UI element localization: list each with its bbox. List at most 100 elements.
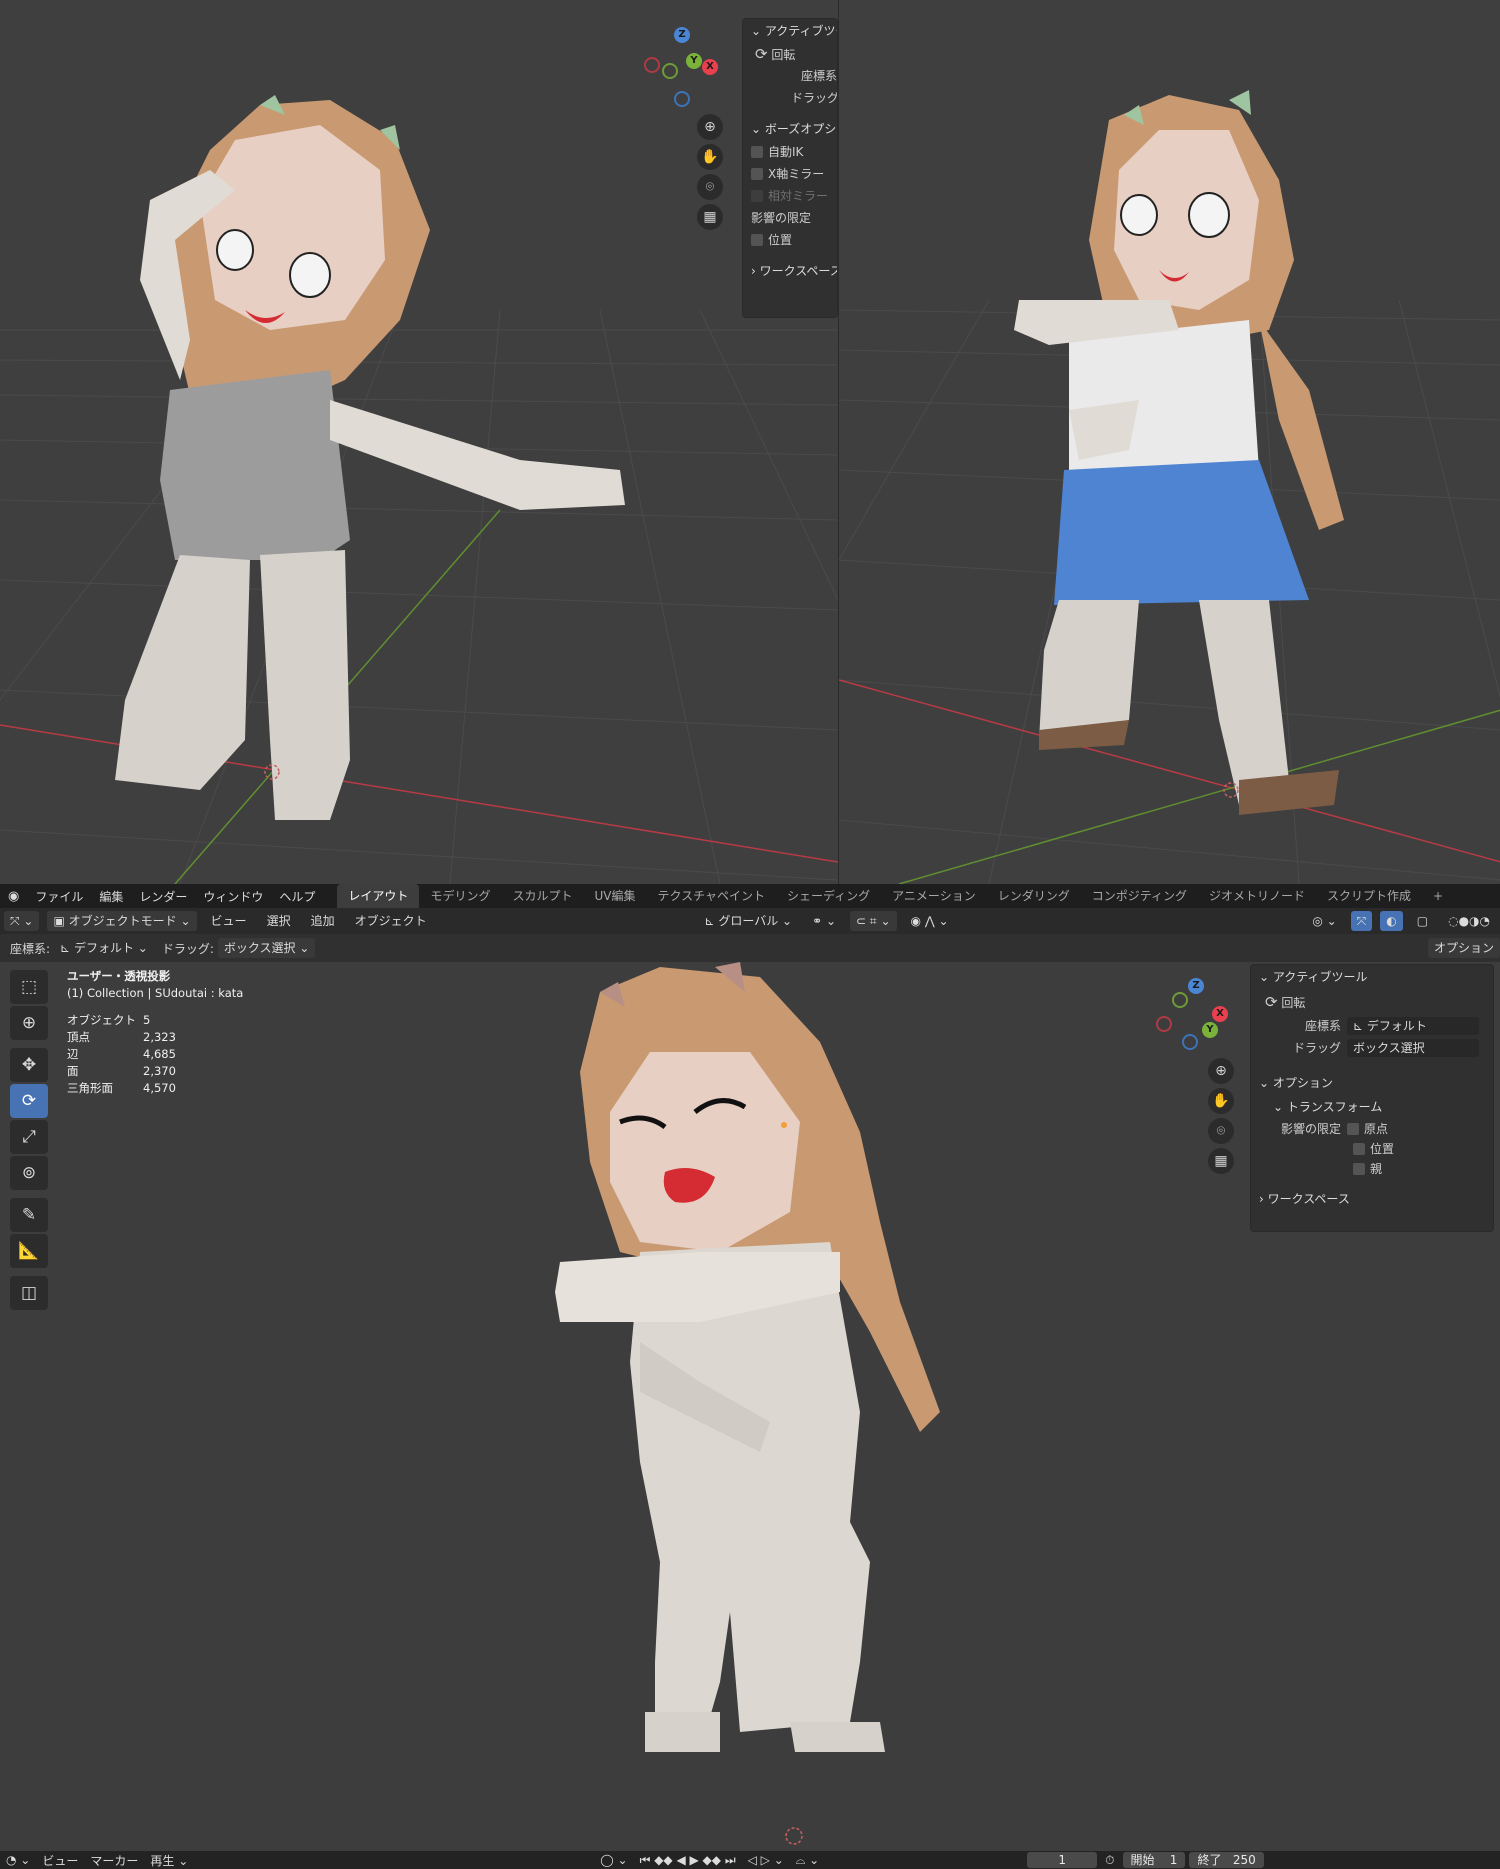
start-frame-field[interactable]: 開始 1 (1122, 1852, 1186, 1868)
blender-logo-icon[interactable]: ◉ (0, 889, 27, 904)
checkbox-auto-ik[interactable]: 自動IK (743, 141, 837, 163)
playback-controls-icon[interactable]: ⏮ ◆◆ ◀ ▶ ◆◆ ⏭ (634, 1853, 742, 1868)
gizmo-y-axis[interactable]: Y (686, 53, 702, 69)
menu-render[interactable]: レンダー (131, 888, 195, 905)
annotate-tool-icon[interactable]: ✎ (10, 1198, 48, 1232)
zoom-icon[interactable]: ⊕ (697, 114, 723, 140)
panel-header-active-tool[interactable]: ⌄ アクティブツー (743, 19, 837, 43)
select-box-tool-icon[interactable]: ⬚ (10, 970, 48, 1004)
keying-icon[interactable]: ◯ ⌄ (594, 1853, 633, 1867)
gizmo-neg-x[interactable] (1156, 1016, 1172, 1032)
end-frame-field[interactable]: 終了 250 (1189, 1852, 1264, 1868)
tab-animation[interactable]: アニメーション (881, 884, 987, 908)
panel-header-pose-options[interactable]: ⌄ ボーズオプショ (743, 117, 837, 141)
transform-orientation-dropdown[interactable]: ⊾ グローバル ⌄ (698, 911, 798, 931)
coord-dropdown[interactable]: ⊾ デフォルト (1347, 1017, 1479, 1035)
gizmo-neg-x[interactable] (644, 57, 660, 73)
gizmo-neg-y[interactable] (1172, 992, 1188, 1008)
checkbox-origin[interactable]: 原点 (1347, 1122, 1388, 1136)
grid-perspective-icon[interactable]: ▦ (1208, 1148, 1234, 1174)
rotate-tool-icon[interactable]: ⟳ (10, 1084, 48, 1118)
pan-hand-icon[interactable]: ✋ (697, 144, 723, 170)
proportional-edit-icon[interactable]: ◉ ⋀ ⌄ (905, 911, 955, 931)
options-button[interactable]: オプション (1427, 938, 1500, 958)
auto-key-icon[interactable]: ⌓ ⌄ (790, 1853, 825, 1868)
nav-gizmo-main[interactable]: Z X Y (1152, 970, 1238, 1056)
zoom-icon[interactable]: ⊕ (1208, 1058, 1234, 1084)
cursor-tool-icon[interactable]: ⊕ (10, 1006, 48, 1040)
active-tool-row[interactable]: ⟳ 回転 (1251, 989, 1493, 1015)
timeline-menu-view[interactable]: ビュー (36, 1852, 84, 1869)
keyframe-nav-icon[interactable]: ◁ ▷ ⌄ (742, 1853, 790, 1867)
panel-header-transform[interactable]: ⌄ トランスフォーム (1251, 1095, 1493, 1119)
nav-gizmo-top-left[interactable]: Z X Y (640, 25, 726, 111)
tab-uv-editing[interactable]: UV編集 (583, 884, 646, 908)
n-panel-main[interactable]: ⌄ アクティブツール ⟳ 回転 座標系 ⊾ デフォルト ドラッグ ボックス選択 ⌄ … (1250, 964, 1494, 1232)
editor-type-dropdown[interactable]: ⤧ ⌄ (4, 911, 40, 931)
overlay-toggle-icon[interactable]: ◐ (1380, 911, 1403, 931)
xray-icon[interactable]: ▢ (1411, 911, 1434, 931)
checkbox-parent[interactable]: 親 (1251, 1159, 1493, 1179)
gizmo-neg-z[interactable] (1182, 1034, 1198, 1050)
gizmo-z-axis[interactable]: Z (674, 27, 690, 43)
panel-header-workspace[interactable]: › ワークスペース (1251, 1187, 1493, 1211)
timeline-menu-playback[interactable]: 再生 ⌄ (144, 1852, 194, 1869)
coord-dropdown[interactable]: ⊾ デフォルト ⌄ (54, 938, 154, 958)
mode-dropdown[interactable]: ▣ オブジェクトモード ⌄ (47, 911, 197, 931)
add-cube-tool-icon[interactable]: ◫ (10, 1276, 48, 1310)
camera-icon[interactable]: ⌾ (1208, 1118, 1234, 1144)
panel-header-workspace[interactable]: › ワークスペース (743, 259, 837, 283)
tab-scripting[interactable]: スクリプト作成 (1316, 884, 1422, 908)
tab-shading[interactable]: シェーディング (776, 884, 881, 908)
tab-geometry-nodes[interactable]: ジオメトリノード (1198, 884, 1316, 908)
gizmo-z-axis[interactable]: Z (1188, 978, 1204, 994)
tab-modeling[interactable]: モデリング (419, 884, 501, 908)
gizmo-neg-z[interactable] (674, 91, 690, 107)
timeline-editor-icon[interactable]: ◔ ⌄ (0, 1853, 36, 1867)
measure-tool-icon[interactable]: 📐 (10, 1234, 48, 1268)
gizmo-neg-y[interactable] (662, 63, 678, 79)
menu-window[interactable]: ウィンドウ (195, 888, 271, 905)
checkbox-relative-mirror[interactable]: 相対ミラー (743, 185, 837, 207)
tab-layout[interactable]: レイアウト (337, 884, 420, 908)
tab-compositing[interactable]: コンポジティング (1081, 884, 1198, 908)
tab-texture-paint[interactable]: テクスチャペイント (646, 884, 776, 908)
menu-view[interactable]: ビュー (205, 911, 253, 931)
menu-help[interactable]: ヘルプ (271, 888, 323, 905)
panel-header-active-tool[interactable]: ⌄ アクティブツール (1251, 965, 1493, 989)
viewport-top-right[interactable] (838, 0, 1500, 884)
checkbox-position[interactable]: 位置 (1251, 1139, 1493, 1159)
panel-header-options[interactable]: ⌄ オプション (1251, 1071, 1493, 1095)
menu-file[interactable]: ファイル (27, 888, 91, 905)
active-tool-row[interactable]: ⟳ 回転 (743, 43, 837, 65)
camera-icon[interactable]: ⌾ (697, 174, 723, 200)
shading-modes-icon[interactable]: ◌●◑◔ (1442, 911, 1496, 931)
tab-sculpt[interactable]: スカルプト (501, 884, 583, 908)
snap-icon[interactable]: ⊂ ⌗ ⌄ (850, 911, 897, 931)
gizmo-y-axis[interactable]: Y (1202, 1022, 1218, 1038)
transform-tool-icon[interactable]: ⊚ (10, 1156, 48, 1190)
pan-hand-icon[interactable]: ✋ (1208, 1088, 1234, 1114)
add-workspace-button[interactable]: + (1422, 884, 1454, 908)
tab-rendering[interactable]: レンダリング (987, 884, 1081, 908)
current-frame-field[interactable]: 1 (1027, 1852, 1098, 1868)
gizmo-x-axis[interactable]: X (1212, 1006, 1228, 1022)
n-panel-top-left[interactable]: ⌄ アクティブツー ⟳ 回転 座標系 ドラッグ ⌄ ボーズオプショ 自動IK X… (742, 18, 838, 318)
scale-tool-icon[interactable]: ⤢ (10, 1120, 48, 1154)
menu-select[interactable]: 選択 (261, 911, 297, 931)
menu-add[interactable]: 追加 (305, 911, 341, 931)
grid-perspective-icon[interactable]: ▦ (697, 204, 723, 230)
gizmo-toggle-icon[interactable]: ⤧ (1350, 911, 1373, 931)
preview-range-icon[interactable]: ⏱ (1099, 1853, 1120, 1868)
menu-object[interactable]: オブジェクト (349, 911, 433, 931)
gizmo-x-axis[interactable]: X (702, 59, 718, 75)
menu-edit[interactable]: 編集 (91, 888, 131, 905)
drag-dropdown[interactable]: ボックス選択 (1347, 1039, 1479, 1057)
visibility-icon[interactable]: ◎ ⌄ (1306, 911, 1342, 931)
checkbox-position[interactable]: 位置 (743, 229, 837, 251)
checkbox-x-mirror[interactable]: X軸ミラー (743, 163, 837, 185)
move-tool-icon[interactable]: ✥ (10, 1048, 48, 1082)
pivot-point-icon[interactable]: ⚭ ⌄ (806, 911, 842, 931)
drag-dropdown[interactable]: ボックス選択 ⌄ (217, 938, 316, 958)
timeline-menu-marker[interactable]: マーカー (84, 1852, 144, 1869)
